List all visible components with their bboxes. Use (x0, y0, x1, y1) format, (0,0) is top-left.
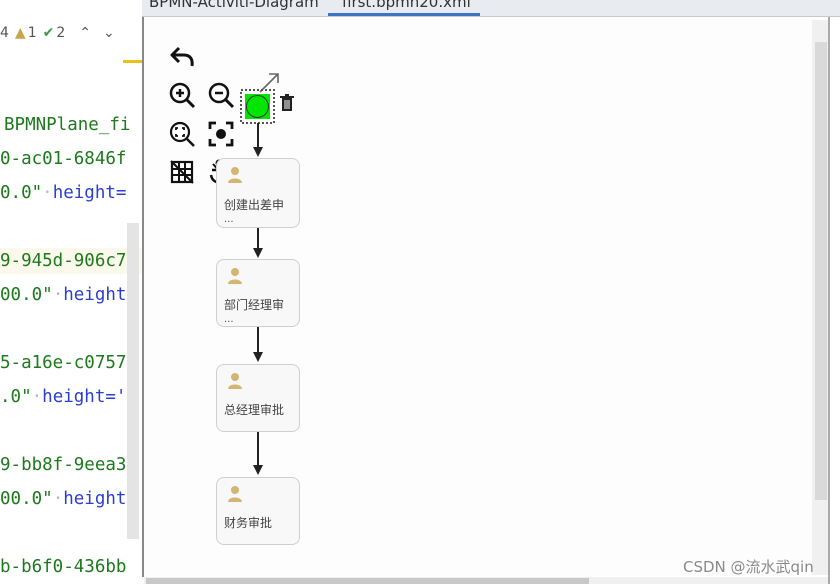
code-token: 0.0" (0, 183, 43, 203)
user-task[interactable]: 部门经理审 ... (216, 259, 300, 327)
trash-icon[interactable] (280, 94, 294, 111)
code-token: 00.0" (0, 285, 53, 305)
center-icon[interactable] (207, 120, 235, 148)
task-ellipsis: ... (224, 314, 234, 325)
task-label: 财务审批 (224, 516, 273, 530)
code-token: · (52, 285, 64, 305)
frame-border (828, 17, 830, 584)
code-token: 9-bb8f-9eea3 (0, 455, 127, 475)
code-token: 9-945d-906c7 (0, 251, 127, 271)
chevron-down-icon[interactable]: ⌄ (103, 25, 115, 41)
zoom-fit-icon[interactable] (168, 120, 196, 148)
check-icon[interactable]: ✔ (43, 25, 55, 41)
user-icon (228, 268, 242, 284)
error-count: 4 (0, 25, 9, 41)
grid-off-icon[interactable] (168, 158, 196, 186)
warning-count: 1 (27, 25, 37, 41)
code-line[interactable]: 0.0"·height= (0, 180, 142, 206)
code-token: height=' (42, 387, 127, 407)
user-icon (228, 486, 242, 502)
inspection-toolbar: 4 ▲ 1 ✔ 2 ⌃ ⌄ (0, 20, 142, 46)
flow-task2-to-task3[interactable] (253, 327, 263, 362)
code-token: · (31, 387, 43, 407)
code-token: height= (63, 285, 137, 305)
user-icon (228, 373, 242, 389)
code-line[interactable]: 00.0"·height= (0, 282, 142, 308)
flow-task3-to-task4[interactable] (253, 432, 263, 475)
start-event-group (240, 73, 294, 124)
task-label: 部门经理审 (224, 298, 285, 312)
flow-start-to-task1[interactable] (253, 123, 263, 157)
code-line[interactable]: 9-bb8f-9eea3 (0, 452, 142, 478)
code-line[interactable]: 5-a16e-c0757 (0, 350, 142, 376)
code-token: b-b6f0-436bb (0, 557, 127, 577)
task-label: 总经理审批 (224, 403, 285, 417)
code-token: · (42, 183, 53, 203)
undo-icon[interactable] (168, 42, 196, 70)
tab-bpmn-diagram[interactable]: BPMN-Activiti-Diagram (149, 0, 319, 16)
code-token: 00.0" (0, 489, 53, 509)
flow-task1-to-task2[interactable] (253, 226, 263, 258)
code-line[interactable]: 0-ac01-6846f (0, 146, 142, 172)
code-token: height= (63, 489, 137, 509)
vertical-scrollbar-thumb[interactable] (815, 42, 827, 500)
user-task[interactable]: 财务审批 (216, 477, 300, 545)
change-marker (123, 60, 142, 63)
code-line[interactable]: 00.0"·height= (0, 486, 142, 512)
zoom-out-icon[interactable] (207, 81, 235, 109)
user-icon (228, 167, 242, 183)
chevron-up-icon[interactable]: ⌃ (79, 25, 91, 41)
task-label: 创建出差申 (224, 198, 285, 212)
code-token: 5-a16e-c0757 (0, 353, 127, 373)
zoom-in-icon[interactable] (168, 81, 196, 109)
code-line[interactable]: BPMNPlane_fi (0, 112, 142, 138)
user-task[interactable]: 总经理审批 (216, 364, 300, 432)
code-line[interactable]: .0"·height=' (0, 384, 142, 410)
code-editor[interactable]: 4 ▲ 1 ✔ 2 ⌃ ⌄ BPMNPlane_fi 0-ac01-6846f 0.… (0, 0, 142, 584)
active-tab-indicator (328, 13, 480, 16)
code-line[interactable]: b-b6f0-436bb (0, 554, 142, 580)
code-line[interactable]: 9-945d-906c7 (0, 248, 142, 274)
code-token: .0" (0, 387, 32, 407)
code-token: 0-ac01-6846f (0, 149, 127, 169)
editor-scrollbar[interactable] (127, 223, 139, 539)
tab-first-bpmn20-xml[interactable]: first.bpmn20.xml (328, 0, 480, 16)
check-count: 2 (56, 25, 66, 41)
start-event[interactable] (245, 94, 270, 119)
code-token: height= (52, 183, 127, 203)
tab-bar: BPMN-Activiti-Diagram first.bpmn20.xml ⚙ (142, 0, 840, 17)
horizontal-scrollbar-thumb[interactable] (146, 578, 589, 584)
task-ellipsis: ... (224, 214, 234, 225)
watermark: CSDN @流水武qin (683, 558, 814, 576)
warning-icon[interactable]: ▲ (15, 25, 26, 41)
code-token: BPMNPlane_fi (4, 115, 131, 135)
code-token: · (52, 489, 64, 509)
user-task[interactable]: 创建出差申 ... (216, 158, 300, 228)
